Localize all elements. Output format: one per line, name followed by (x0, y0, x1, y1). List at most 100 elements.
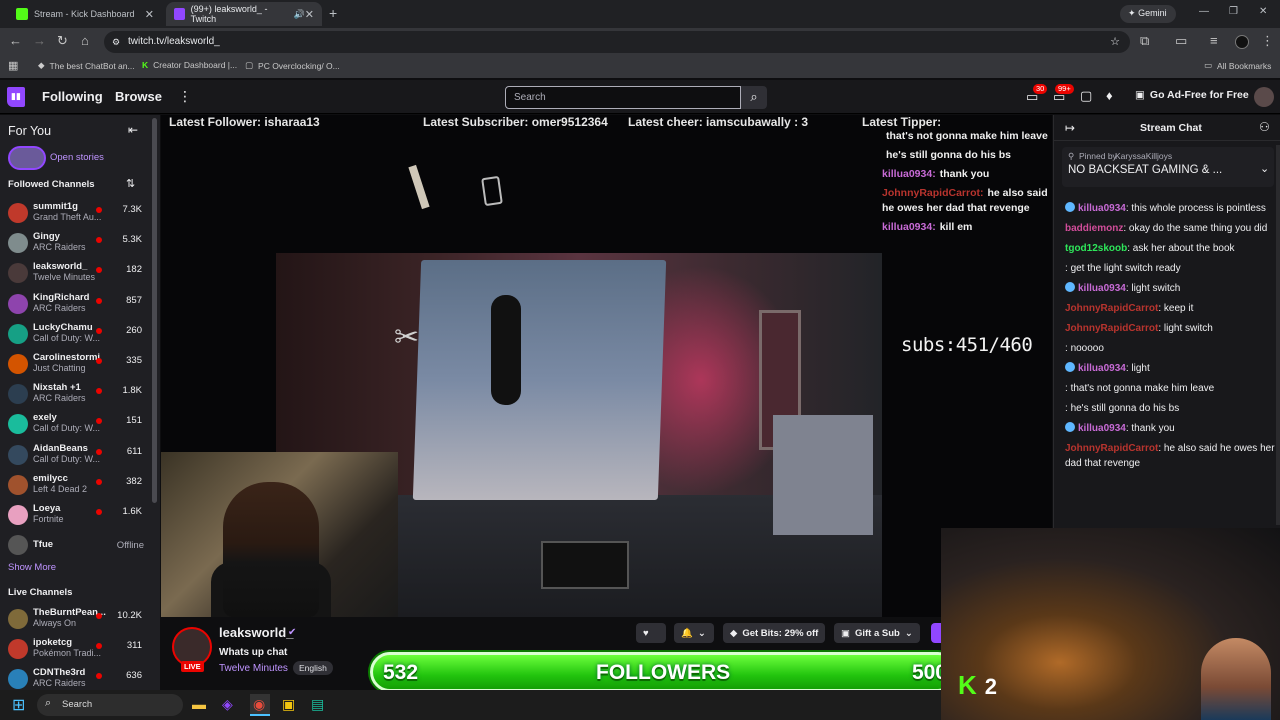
menu-kebab-icon[interactable]: ⋮ (1261, 33, 1274, 49)
collapse-chat-icon[interactable]: ↦ (1065, 121, 1075, 135)
chat-username[interactable]: killua0934 (1078, 283, 1126, 294)
sidebar-channel[interactable]: Tfue Offline (8, 533, 154, 561)
chat-message[interactable]: JohnnyRapidCarrot: keep it (1065, 301, 1275, 316)
bookmark-pc-overclocking[interactable]: ▢ PC Overclocking/ O... (245, 60, 340, 71)
chat-username[interactable]: JohnnyRapidCarrot (1065, 303, 1158, 314)
chat-message[interactable]: JohnnyRapidCarrot: light switch (1065, 321, 1275, 336)
game-link[interactable]: Twelve Minutes (219, 663, 288, 674)
users-icon[interactable]: ⚇ (1259, 120, 1270, 134)
app-icon[interactable]: ▤ (311, 696, 324, 713)
sidebar-channel[interactable]: AidanBeans Call of Duty: W... 611 (8, 443, 154, 471)
subscribe-button[interactable] (931, 623, 941, 643)
sticky-notes-icon[interactable]: ▣ (282, 696, 295, 713)
chat-username[interactable]: JohnnyRapidCarrot (1065, 323, 1158, 334)
chat-username[interactable]: killua0934 (1078, 363, 1126, 374)
tab-kick-dashboard[interactable]: Stream - Kick Dashboard ✕ (8, 2, 162, 26)
tab-twitch[interactable]: (99+) leaksworld_ - Twitch 🔊 ✕ (166, 2, 322, 26)
address-bar[interactable]: ⚙ twitch.tv/leaksworld_ ☆ (104, 31, 1130, 53)
chat-username[interactable]: killua0934 (1078, 203, 1126, 214)
sidebar-channel[interactable]: Carolinestormi Just Chatting 335 (8, 352, 154, 380)
bookmark-star-icon[interactable]: ☆ (1110, 31, 1120, 53)
channel-name[interactable]: leaksworld_ (219, 625, 293, 640)
language-tag[interactable]: English (293, 661, 333, 675)
open-stories-link[interactable]: Open stories (50, 152, 104, 163)
collapse-sidebar-icon[interactable]: ⇤ (128, 123, 138, 137)
chevron-down-icon[interactable]: ⌄ (1260, 162, 1269, 175)
chat-username[interactable]: baddiemonz (1065, 223, 1123, 234)
chat-message[interactable]: JohnnyRapidCarrot: he also said he owes … (1065, 441, 1275, 471)
chat-username[interactable]: tgod12skoob (1065, 243, 1127, 254)
chat-message[interactable]: killua0934: this whole process is pointl… (1065, 201, 1275, 216)
gemini-button[interactable]: ✦ Gemini (1120, 5, 1176, 23)
close-tab-icon[interactable]: ✕ (145, 8, 154, 21)
whispers-icon[interactable]: ▢ (1080, 88, 1092, 104)
user-avatar[interactable] (1254, 87, 1274, 107)
crown-icon[interactable]: ♦ (1106, 88, 1113, 103)
extensions-icon[interactable]: ⧉ (1140, 33, 1149, 49)
chat-message[interactable]: : nooooo (1065, 341, 1275, 356)
chat-message[interactable]: : get the light switch ready (1065, 261, 1275, 276)
chat-username[interactable]: JohnnyRapidCarrot (1065, 443, 1158, 454)
show-more-link[interactable]: Show More (8, 562, 56, 573)
chat-message[interactable]: : he's still gonna do his bs (1065, 401, 1275, 416)
twitch-logo-icon[interactable]: ▮▮ (7, 87, 25, 107)
sidebar-channel[interactable]: emilycc Left 4 Dead 2 382 (8, 473, 154, 501)
bookmark-creator-dashboard[interactable]: K Creator Dashboard |... (142, 60, 237, 70)
reload-icon[interactable]: ↻ (57, 33, 68, 49)
ad-free-button[interactable]: ▣ Go Ad-Free for Free (1135, 89, 1249, 101)
close-tab-icon[interactable]: ✕ (305, 8, 314, 21)
all-bookmarks-button[interactable]: ▭ All Bookmarks (1204, 60, 1271, 71)
video-player[interactable]: ✂ Latest Follower: isharaa13 Latest Subs… (161, 115, 1052, 617)
new-tab-icon[interactable]: + (329, 5, 337, 21)
sidebar-channel[interactable]: KingRichard ARC Raiders 857 (8, 292, 154, 320)
sidebar-channel[interactable]: Loeya Fortnite 1.6K (8, 503, 154, 531)
apps-grid-icon[interactable]: ▦ (8, 59, 18, 72)
sidebar-channel[interactable]: Nixstah +1 ARC Raiders 1.8K (8, 382, 154, 410)
chat-username[interactable]: killua0934 (1078, 423, 1126, 434)
taskbar-search[interactable]: ⌕ Search (37, 694, 183, 716)
notifications-bell-button[interactable]: 🔔 ⌄ (674, 623, 714, 643)
sidebar-channel[interactable]: TheBurntPean... Always On 10.2K (8, 607, 154, 635)
speaker-icon[interactable]: 🔊 (294, 9, 305, 20)
forward-icon[interactable]: → (33, 33, 46, 48)
sidebar-channel[interactable]: LuckyChamu Call of Duty: W... 260 (8, 322, 154, 350)
twitch-app-icon[interactable]: ◈ (222, 696, 233, 713)
close-window-icon[interactable]: ✕ (1259, 6, 1267, 17)
file-explorer-icon[interactable]: ▬ (192, 696, 206, 712)
more-kebab-icon[interactable]: ⋮ (178, 88, 192, 105)
sidebar-channel[interactable]: CDNThe3rd ARC Raiders 636 (8, 667, 154, 690)
cast-icon[interactable]: ▭ (1175, 33, 1187, 49)
sidebar-channel[interactable]: summit1g Grand Theft Au... 7.3K (8, 201, 154, 229)
chat-scrollbar[interactable] (1276, 145, 1280, 525)
sidebar-channel[interactable]: exely Call of Duty: W... 151 (8, 412, 154, 440)
search-button[interactable]: ⌕ (741, 86, 767, 109)
bookmark-chatbot[interactable]: ◆ The best ChatBot an... (38, 60, 135, 71)
pinned-message[interactable]: ⚲ Pinned by KaryssaKilljoys NO BACKSEAT … (1062, 147, 1274, 187)
media-icon[interactable]: ≡ (1210, 33, 1218, 48)
get-bits-button[interactable]: ◆ Get Bits: 29% off (723, 623, 826, 643)
chat-message[interactable]: killua0934: thank you (1065, 421, 1275, 436)
sidebar-scrollbar[interactable] (152, 118, 157, 503)
chat-message[interactable]: killua0934: light (1065, 361, 1275, 376)
search-input[interactable]: Search (505, 86, 741, 109)
chat-message[interactable]: : that's not gonna make him leave (1065, 381, 1275, 396)
sort-icon[interactable]: ⇅ (126, 177, 135, 190)
chat-message[interactable]: killua0934: light switch (1065, 281, 1275, 296)
restore-icon[interactable]: ❐ (1229, 6, 1238, 17)
chat-message[interactable]: tgod12skoob: ask her about the book (1065, 241, 1275, 256)
gift-sub-button[interactable]: ▣ Gift a Sub ⌄ (834, 623, 920, 643)
stories-avatars[interactable] (8, 146, 46, 170)
home-icon[interactable]: ⌂ (81, 33, 89, 48)
follow-button[interactable]: ♥ (636, 623, 666, 643)
site-info-icon[interactable]: ⚙ (112, 31, 120, 53)
minimize-icon[interactable]: — (1199, 6, 1209, 17)
profile-avatar[interactable] (1235, 35, 1249, 49)
nav-following[interactable]: Following (42, 89, 103, 104)
sidebar-channel[interactable]: Gingy ARC Raiders 5.3K (8, 231, 154, 259)
nav-browse[interactable]: Browse (115, 89, 162, 104)
sidebar-channel[interactable]: ipoketcg Pokémon Tradi... 311 (8, 637, 154, 665)
sidebar-channel[interactable]: leaksworld_ Twelve Minutes 182 (8, 261, 154, 289)
windows-start-icon[interactable]: ⊞ (12, 695, 25, 715)
back-icon[interactable]: ← (9, 33, 22, 48)
chat-message[interactable]: baddiemonz: okay do the same thing you d… (1065, 221, 1275, 236)
